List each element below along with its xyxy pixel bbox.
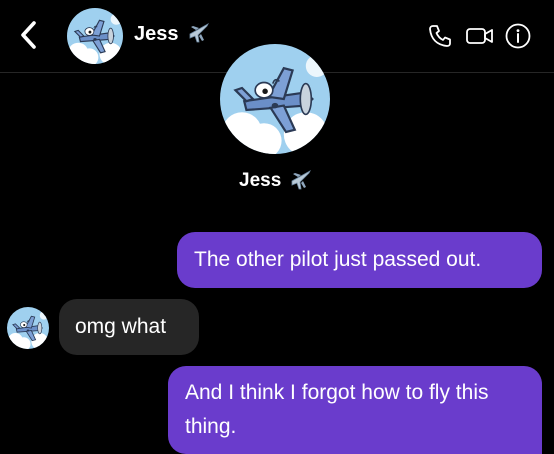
contact-avatar[interactable]: [67, 8, 123, 64]
back-button[interactable]: [14, 18, 44, 52]
message-bubble-outgoing[interactable]: And I think I forgot how to fly this thi…: [168, 366, 542, 454]
contact-name[interactable]: Jess: [134, 22, 179, 46]
video-call-button[interactable]: [465, 22, 495, 50]
airplane-emoji-icon: [187, 21, 211, 45]
chat-screen: Jess Jess The other pilot just passed ou: [0, 0, 554, 454]
chevron-left-icon: [21, 21, 36, 49]
profile-name: Jess: [239, 170, 282, 191]
message-text: omg what: [75, 315, 167, 338]
video-camera-icon: [466, 28, 493, 44]
info-icon: [505, 23, 531, 49]
phone-button[interactable]: [426, 22, 454, 50]
message-bubble-outgoing[interactable]: The other pilot just passed out.: [177, 232, 542, 288]
sender-avatar[interactable]: [7, 307, 49, 349]
phone-icon: [429, 25, 451, 47]
message-text: And I think I forgot how to fly this thi…: [185, 381, 489, 438]
profile-avatar[interactable]: [220, 44, 330, 154]
info-button[interactable]: [504, 22, 532, 50]
message-bubble-incoming[interactable]: omg what: [59, 299, 199, 355]
message-text: The other pilot just passed out.: [194, 248, 482, 271]
airplane-emoji-icon: [289, 168, 313, 192]
